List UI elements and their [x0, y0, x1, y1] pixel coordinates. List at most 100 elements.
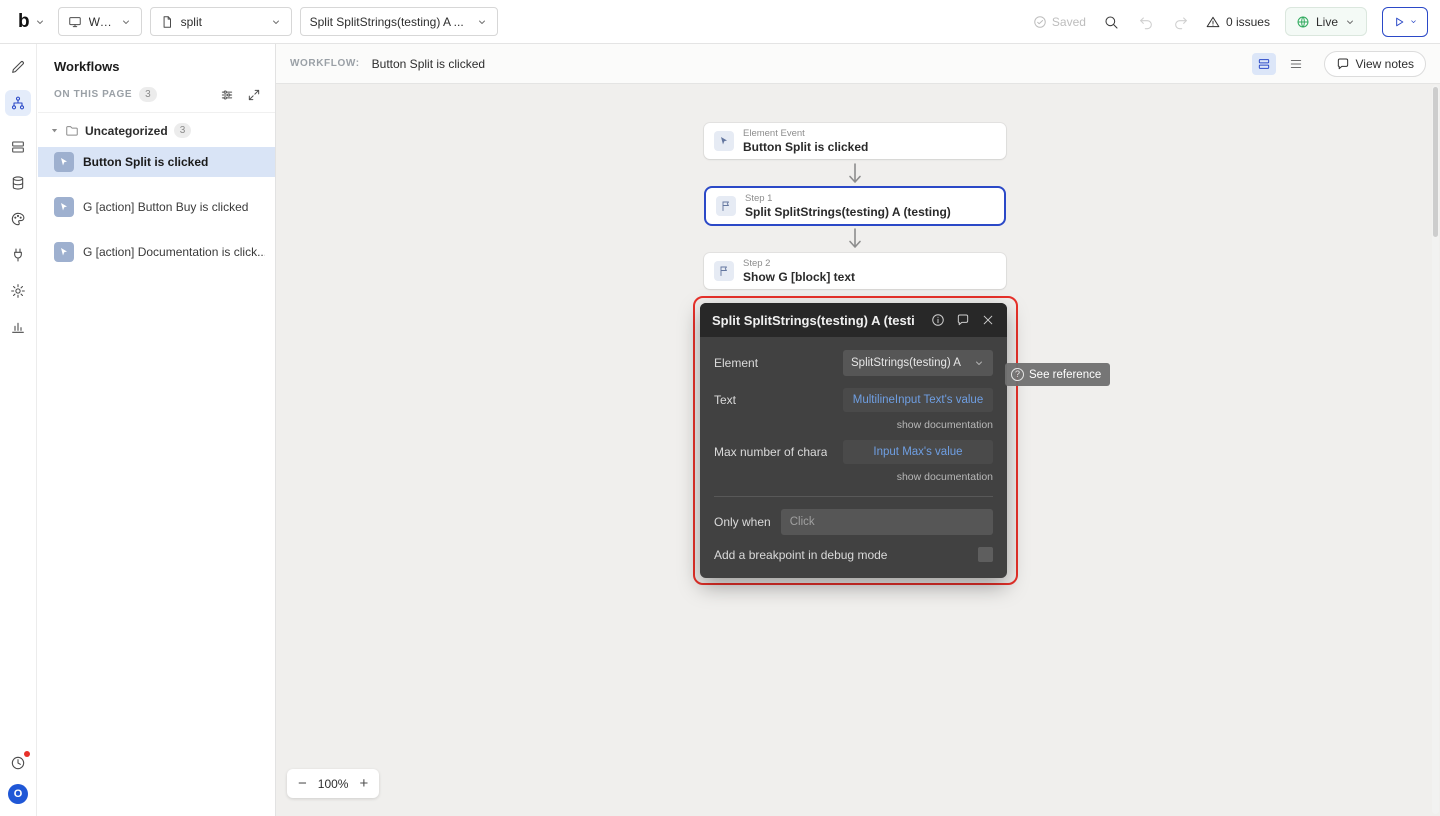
max-chars-expression[interactable]: Input Max's value	[843, 440, 993, 464]
annotation-highlight: Split SplitStrings(testing) A (testi Ele…	[693, 296, 1018, 585]
design-tab[interactable]	[5, 54, 31, 80]
bar-chart-icon	[10, 319, 26, 335]
close-icon[interactable]	[981, 313, 995, 327]
page-dropdown[interactable]: split	[149, 7, 292, 36]
database-icon	[10, 175, 26, 191]
step-node-selected[interactable]: Step 1 Split SplitStrings(testing) A (te…	[704, 186, 1006, 226]
comment-icon[interactable]	[956, 313, 970, 327]
workflow-list-item[interactable]: G [action] Button Buy is clicked	[38, 192, 275, 222]
settings-tab[interactable]	[5, 278, 31, 304]
zoom-control: − 100% +	[287, 769, 380, 798]
warning-triangle-icon	[1206, 15, 1220, 29]
platform-dropdown[interactable]: Web	[57, 7, 142, 36]
logs-tab[interactable]	[5, 314, 31, 340]
layers-icon	[10, 139, 26, 155]
show-documentation-link[interactable]: show documentation	[897, 471, 993, 483]
popup-header[interactable]: Split SplitStrings(testing) A (testi	[700, 303, 1007, 337]
data-tab[interactable]	[5, 170, 31, 196]
breakpoint-row: Add a breakpoint in debug mode	[700, 547, 1007, 562]
issues-button[interactable]: 0 issues	[1206, 15, 1270, 29]
element-row: Element SplitStrings(testing) A	[700, 350, 1007, 376]
check-circle-icon	[1033, 15, 1047, 29]
folder-uncategorized[interactable]: Uncategorized 3	[38, 113, 275, 147]
only-when-row: Only when	[700, 509, 1007, 535]
breakpoint-checkbox[interactable]	[978, 547, 993, 562]
vertical-scrollbar[interactable]	[1432, 85, 1439, 814]
elements-tab[interactable]	[5, 134, 31, 160]
workflow-list-item[interactable]: G [action] Documentation is click...	[38, 237, 275, 267]
gear-icon	[10, 283, 26, 299]
workflow-item-label: G [action] Documentation is click...	[83, 245, 265, 259]
workflow-tab[interactable]	[5, 90, 31, 116]
live-button[interactable]: Live	[1284, 7, 1367, 36]
workflow-event-icon	[54, 242, 74, 262]
element-select[interactable]: SplitStrings(testing) A	[843, 350, 993, 376]
preview-button[interactable]	[1382, 6, 1428, 37]
bubble-logo-menu[interactable]: b	[14, 10, 50, 33]
filter-sliders-icon[interactable]	[220, 88, 234, 102]
clock-icon	[10, 755, 26, 771]
popup-divider	[714, 496, 993, 497]
see-reference-label: See reference	[1029, 368, 1102, 381]
comment-icon	[1336, 57, 1350, 71]
workflow-item-label: G [action] Button Buy is clicked	[83, 200, 249, 214]
see-reference-tooltip: ? See reference	[1005, 363, 1111, 386]
canvas-header-actions: View notes	[1251, 50, 1426, 77]
topbar-right: Saved 0 issues Live	[1033, 6, 1440, 37]
step-node[interactable]: Step 2 Show G [block] text	[704, 253, 1006, 289]
zoom-out-button[interactable]: −	[298, 776, 307, 791]
workflow-nodes: Element Event Button Split is clicked St…	[704, 123, 1006, 289]
max-chars-row: Max number of chara Input Max's value	[700, 440, 1007, 464]
live-label: Live	[1315, 14, 1338, 29]
chevron-down-icon	[1344, 16, 1356, 28]
workflow-event-icon	[54, 152, 74, 172]
text-docs-line: show documentation	[700, 417, 1007, 431]
workflows-panel: Workflows ON THIS PAGE 3 Uncategorized 3…	[38, 44, 276, 816]
workflow-list-item[interactable]: Button Split is clicked	[38, 147, 275, 177]
element-event-icon	[714, 131, 734, 151]
avatar[interactable]: O	[8, 784, 28, 804]
event-node[interactable]: Element Event Button Split is clicked	[704, 123, 1006, 159]
view-notes-button[interactable]: View notes	[1323, 50, 1426, 77]
workflow-dropdown[interactable]: Split SplitStrings(testing) A ...	[299, 7, 498, 36]
plugins-tab[interactable]	[5, 242, 31, 268]
list-view-toggle[interactable]	[1284, 53, 1308, 75]
expand-icon[interactable]	[247, 88, 261, 102]
zoom-in-button[interactable]: +	[359, 776, 368, 791]
only-when-input[interactable]	[780, 509, 993, 535]
node-title: Show G [block] text	[743, 270, 856, 284]
styles-tab[interactable]	[5, 206, 31, 232]
undo-icon[interactable]	[1136, 12, 1156, 32]
popup-title: Split SplitStrings(testing) A (testi	[712, 312, 915, 328]
canvas[interactable]: WORKFLOW: Button Split is clicked View n…	[276, 44, 1440, 816]
chevron-down-icon	[120, 16, 132, 28]
search-icon[interactable]	[1101, 12, 1121, 32]
action-editor-popup: Split SplitStrings(testing) A (testi Ele…	[700, 303, 1007, 578]
issues-label: 0 issues	[1225, 14, 1270, 29]
node-kind: Step 1	[745, 193, 773, 204]
show-documentation-link[interactable]: show documentation	[897, 419, 993, 431]
pencil-icon	[10, 59, 26, 75]
chevron-down-icon	[973, 357, 985, 369]
saved-label: Saved	[1051, 14, 1086, 29]
workflow-item-label: Button Split is clicked	[83, 155, 209, 169]
question-circle-icon: ?	[1011, 368, 1024, 381]
page-icon	[160, 15, 174, 29]
breakpoint-label: Add a breakpoint in debug mode	[714, 547, 888, 562]
topbar: b Web split Split SplitStrings(testing) …	[0, 0, 1440, 44]
folder-count-badge: 3	[173, 123, 192, 138]
zoom-level: 100%	[317, 776, 349, 791]
canvas-header: WORKFLOW: Button Split is clicked View n…	[276, 44, 1440, 84]
scrollbar-thumb[interactable]	[1433, 87, 1438, 237]
step-flag-icon	[716, 196, 736, 216]
scope-count-badge: 3	[139, 87, 157, 102]
redo-icon[interactable]	[1171, 12, 1191, 32]
text-expression[interactable]: MultilineInput Text's value	[843, 388, 993, 412]
card-view-toggle[interactable]	[1251, 52, 1276, 75]
history-button[interactable]	[5, 750, 31, 776]
info-icon[interactable]	[931, 313, 945, 327]
page-label: split	[180, 14, 202, 29]
topbar-left: b Web split Split SplitStrings(testing) …	[0, 7, 498, 36]
only-when-label: Only when	[714, 515, 771, 529]
node-kind: Step 2	[743, 258, 771, 269]
